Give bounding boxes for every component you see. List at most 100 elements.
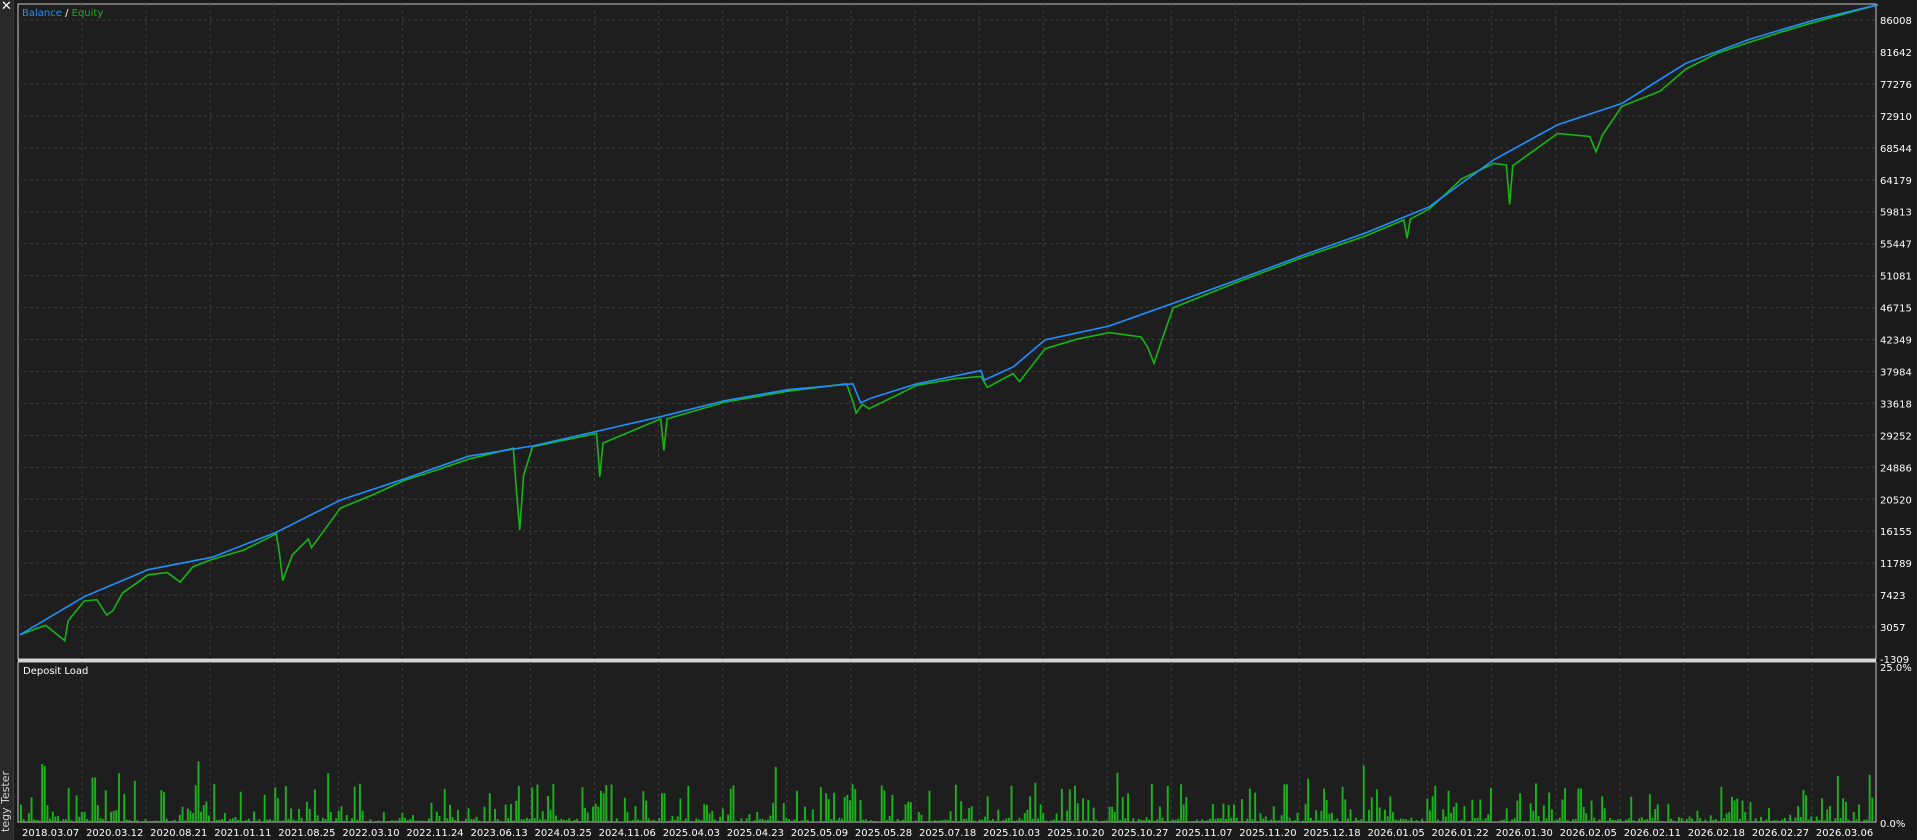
deposit-load-bar	[870, 820, 873, 822]
deposit-load-bar	[549, 809, 552, 822]
x-tick-label: 2026.02.27	[1752, 828, 1809, 839]
deposit-load-bar	[1535, 783, 1537, 822]
deposit-load-bar	[1002, 819, 1005, 822]
deposit-max-label: 25.0%	[1880, 663, 1912, 674]
deposit-load-bar	[99, 818, 102, 822]
deposit-load-bar	[1127, 793, 1129, 822]
deposit-load-bar	[457, 809, 459, 822]
y-tick-label: 77276	[1880, 80, 1912, 91]
deposit-load-bar	[849, 800, 851, 822]
deposit-load-bar	[35, 820, 38, 822]
deposit-load-bar	[984, 816, 986, 822]
deposit-load-bar	[1082, 798, 1084, 822]
deposit-load-bar	[287, 818, 290, 822]
deposit-load-bar	[300, 817, 303, 822]
deposit-load-bar	[536, 784, 539, 822]
x-tick-label: 2025.11.07	[1175, 828, 1232, 839]
deposit-load-bar	[1153, 820, 1156, 822]
deposit-load-bar	[1593, 817, 1596, 822]
deposit-load-bar	[732, 785, 735, 822]
deposit-load-bar	[1015, 820, 1018, 822]
deposit-load-bar	[920, 814, 923, 822]
y-tick-label: 11789	[1880, 559, 1912, 570]
deposit-load-bar	[337, 810, 340, 822]
deposit-load-bar	[1209, 818, 1212, 822]
deposit-load-bar	[854, 789, 857, 822]
deposit-load-bar	[1476, 817, 1479, 822]
deposit-load-bar	[1466, 821, 1468, 822]
deposit-load-bar	[1196, 819, 1198, 822]
deposit-load-bar	[1601, 796, 1604, 822]
deposit-load-bar	[1143, 820, 1145, 822]
deposit-load-bar	[1182, 804, 1185, 822]
deposit-load-bar	[814, 821, 817, 822]
deposit-load-bar	[446, 818, 449, 822]
deposit-load-bar	[80, 811, 83, 822]
deposit-load-bar	[621, 821, 624, 822]
y-tick-label: 7423	[1880, 591, 1905, 602]
deposit-load-bar	[637, 819, 639, 822]
deposit-load-bar	[952, 820, 955, 822]
deposit-load-bar	[1760, 816, 1762, 822]
deposit-load-bar	[1490, 787, 1492, 822]
deposit-load-bar	[1288, 817, 1291, 822]
deposit-load-bar	[1868, 774, 1871, 822]
deposit-load-bar	[266, 819, 269, 822]
deposit-load-bar	[891, 794, 894, 822]
deposit-load-bar	[1180, 784, 1182, 822]
deposit-load-bar	[721, 808, 724, 822]
deposit-load-bar	[1572, 819, 1574, 822]
deposit-load-bar	[1055, 813, 1058, 822]
deposit-load-bar	[904, 804, 907, 822]
x-tick-label: 2025.10.27	[1111, 828, 1168, 839]
deposit-load-bar	[1005, 818, 1008, 822]
deposit-load-bar	[708, 813, 711, 822]
y-tick-label: 29252	[1880, 431, 1912, 442]
deposit-load-bar	[1834, 818, 1837, 822]
deposit-load-bar	[1519, 793, 1521, 822]
deposit-load-bar	[1378, 807, 1381, 822]
deposit-load-bar	[65, 819, 67, 822]
deposit-load-bar	[1217, 818, 1220, 822]
y-tick-label: 72910	[1880, 112, 1912, 123]
deposit-load-bar	[909, 802, 912, 822]
deposit-load-bar	[1688, 816, 1691, 822]
deposit-load-bar	[862, 819, 865, 822]
deposit-load-bar	[1646, 819, 1649, 822]
deposit-load-bar	[989, 820, 992, 822]
deposit-load-bar	[223, 813, 226, 822]
deposit-load-bar	[615, 818, 618, 822]
deposit-load-bar	[1370, 797, 1373, 822]
deposit-load-bar	[475, 816, 478, 822]
deposit-load-bar	[229, 819, 232, 822]
deposit-load-bar	[923, 821, 926, 822]
deposit-load-bar	[539, 819, 541, 822]
deposit-load-bar	[1588, 820, 1590, 822]
x-tick-label: 2025.10.20	[1047, 828, 1104, 839]
deposit-load-bar	[110, 811, 112, 822]
deposit-load-bar	[835, 820, 838, 822]
deposit-load-bar	[753, 820, 756, 822]
deposit-load-bar	[1805, 795, 1807, 822]
deposit-load-bar	[1410, 817, 1413, 822]
deposit-load-bar	[565, 819, 568, 822]
deposit-load-bar	[992, 819, 994, 822]
deposit-load-bar	[658, 818, 661, 822]
y-tick-label: 16155	[1880, 527, 1912, 538]
deposit-load-bar	[430, 802, 433, 822]
deposit-load-bar	[263, 794, 266, 822]
deposit-load-bar	[1357, 820, 1360, 822]
deposit-load-bar	[592, 806, 594, 822]
deposit-load-bar	[1270, 819, 1272, 822]
deposit-load-bar	[1463, 806, 1466, 822]
deposit-load-bar	[57, 815, 59, 822]
deposit-load-bar	[1156, 819, 1159, 822]
deposit-load-bar	[1331, 812, 1333, 822]
deposit-load-bar	[1471, 799, 1474, 822]
deposit-load-bar	[1007, 817, 1010, 822]
deposit-load-bar	[1768, 808, 1770, 822]
deposit-load-bar	[1437, 819, 1439, 822]
deposit-load-bar	[131, 821, 134, 822]
deposit-load-bar	[1254, 792, 1257, 822]
deposit-load-bar	[78, 816, 81, 822]
